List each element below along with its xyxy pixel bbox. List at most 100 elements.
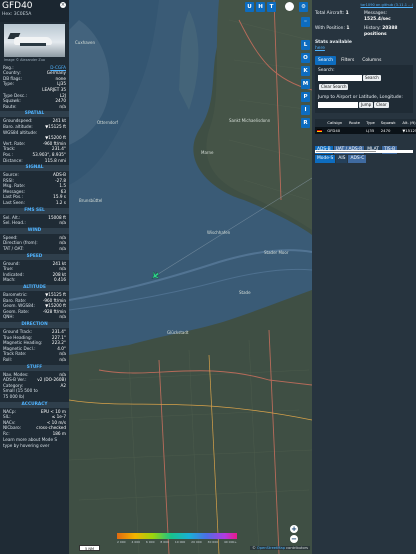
table-body: GFD40 LJ35 2470 ▼15125 [315,126,416,135]
map-label: Stade [239,290,251,295]
with-position-label: With Position: [315,26,345,32]
detail-value: 186 m [52,430,66,436]
aircraft-list-panel: tar1090 on github (3.11.1 ...) Total Air… [312,0,416,554]
zoom-in-icon[interactable]: + [290,525,298,533]
column-header[interactable]: Type [364,118,379,127]
section-header-fms-sel[interactable]: FMS SEL [0,207,69,214]
germany-flag-icon [317,128,322,132]
detail-value: n/a [59,246,66,252]
map-button-l[interactable]: L [301,40,310,50]
close-icon[interactable]: × [60,2,66,8]
clear-jump-button[interactable]: Clear [374,101,389,108]
detail-row: Route: n/a [0,104,69,110]
total-aircraft-value: 1 [345,10,349,16]
map-canvas[interactable] [69,0,312,554]
section-header-stuff[interactable]: STUFF [0,364,69,371]
column-header[interactable]: Alt. (ft) [400,118,416,127]
detail-key: TAT / OAT: [3,246,24,252]
section-header-accuracy[interactable]: ACCURACY [0,401,69,408]
detail-value: 0.416 [54,277,66,283]
altitude-tick: 4 000 [131,540,141,544]
aircraft-header: GFD40 Hex: 3C0E5A × [0,0,69,22]
altitude-color-legend [117,533,237,539]
map-label: Sankt Michaelisdonn [229,118,271,123]
altitude-tick: 30 000 [207,540,219,544]
map-button-k[interactable]: K [301,66,310,76]
clear-search-button[interactable]: Clear Search [319,84,349,91]
layers-icon[interactable] [285,2,294,11]
hex-line: Hex: 3C0E5A [2,12,67,18]
map-button-h[interactable]: H [256,2,265,12]
detail-key: Type: [3,81,15,87]
map-button-t[interactable]: T [267,2,276,12]
altitude-tick: 40 000+ [223,540,237,544]
detail-value: 1.2 s [55,200,66,206]
search-input[interactable] [318,75,362,82]
scale-bar: 5 NM [79,545,100,551]
aircraft-photo[interactable] [4,24,65,57]
table-row[interactable]: GFD40 LJ35 2470 ▼15125 [315,126,416,135]
table-header: CallsignRouteTypeSquawkAlt. (ft)Spd [315,118,416,127]
tab-columns[interactable]: Columns [359,56,384,66]
stats-row-1: Total Aircraft: 1 Messages: 1525.4/sec [312,9,416,25]
detail-key: Sel. Head.: [3,220,26,226]
detail-value: 115.8 nmi [44,157,66,163]
map-button-u[interactable]: U [245,2,254,12]
altitude-tick: 6 000 [145,540,155,544]
detail-key: Distance: [3,157,23,163]
github-link[interactable]: tar1090 on github (3.11.1 ...) [312,0,416,9]
scrollbar-thumb[interactable] [316,151,376,152]
detail-row: Last Seen: 1.2 s [0,200,69,206]
section-header-speed[interactable]: SPEED [0,253,69,260]
column-header[interactable]: Route [346,118,365,127]
map-button-m[interactable]: M [301,79,310,89]
detail-value: n/a [59,220,66,226]
section-header-signal[interactable]: SIGNAL [0,165,69,172]
zoom-out-icon[interactable]: − [290,535,298,543]
aircraft-sections: SPATIAL Groundspeed: 241 kt Baro. altitude:… [0,111,69,436]
table-cell: LJ35 [364,126,379,135]
column-header[interactable]: Squawk [378,118,401,127]
map-label: Marne [201,150,214,155]
aircraft-info-panel: GFD40 Hex: 3C0E5A × Image © Alexander Zu… [0,0,69,554]
filter-button-ads-c[interactable]: ADS-C [348,155,367,164]
search-button[interactable]: Search [363,75,381,82]
section-header-wind[interactable]: WIND [0,227,69,234]
filter-button-ais[interactable]: AIS [336,155,348,164]
altitude-tick: 20 000 [191,540,202,544]
horizontal-scrollbar[interactable] [315,150,413,153]
stats-here-link[interactable]: here [312,46,416,52]
detail-key: 75 000 lb) [3,393,25,399]
section-header-altitude[interactable]: ALTITUDE [0,285,69,291]
altitude-tick: 10 000 [174,540,186,544]
map-label: Otterndorf [97,120,118,125]
map-view[interactable]: Cuxhaven Otterndorf Brunsbüttel Wischhafen S… [69,0,312,554]
map-button-r[interactable]: R [301,118,310,128]
openstreetmap-link[interactable]: OpenStreetMap [257,546,285,550]
hex-value: 3C0E5A [13,12,32,17]
jump-button[interactable]: Jump [359,101,374,108]
altitude-tick: 8 000 [160,540,169,544]
filter-button-mode-s[interactable]: Mode-S [315,155,336,164]
detail-value: n/a [59,103,66,109]
jump-input[interactable] [318,101,358,108]
section-header-spatial[interactable]: SPATIAL [0,111,69,118]
messages-value: 1525.4/sec [364,16,391,22]
tab-search[interactable]: Search [315,55,337,66]
column-header[interactable] [315,118,326,127]
tab-filters[interactable]: Filters [338,56,357,66]
attribution-suffix: contributors [285,546,308,550]
section-header-direction[interactable]: DIRECTION [0,321,69,328]
table-cell: ▼15125 [400,126,416,135]
map-button-i[interactable]: I [301,105,310,115]
history-label: History: [364,26,381,32]
settings-gear-icon[interactable]: ⚙ [299,2,308,12]
map-button-o[interactable]: O [301,53,310,63]
stats-available-label: Stats available [315,39,352,45]
map-toggle-icon[interactable]: ◦ [301,17,310,27]
detail-key: WGS84 altitude: [3,129,38,135]
detail-value: A2 [60,382,66,388]
column-header[interactable]: Callsign [325,118,347,127]
detail-value: n/a [59,314,66,320]
map-button-p[interactable]: P [301,92,310,102]
